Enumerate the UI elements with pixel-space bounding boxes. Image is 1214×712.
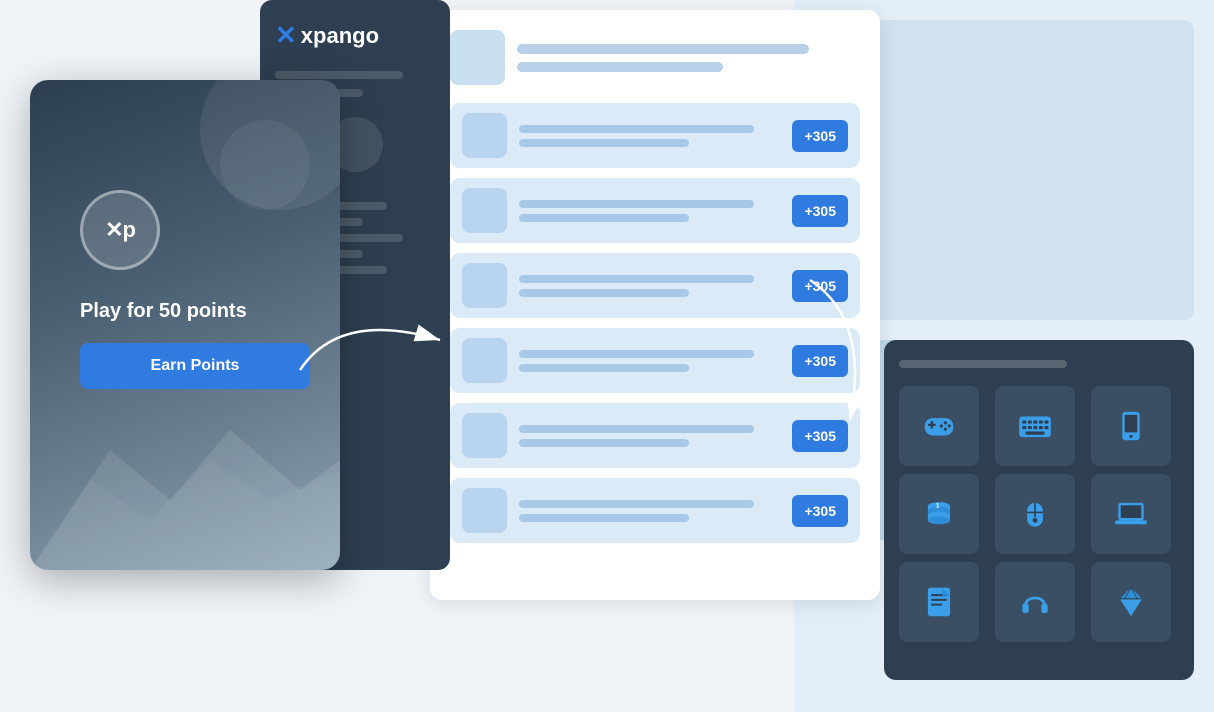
list-header-lines [517, 44, 860, 72]
list-header [450, 30, 860, 85]
list-line-6b [519, 514, 689, 522]
list-line-4a [519, 350, 754, 358]
icon-grid-header-line [899, 360, 1067, 368]
icon-cell-laptop[interactable] [1091, 474, 1171, 554]
list-line-2b [519, 214, 689, 222]
list-header-line-long [517, 44, 809, 54]
phone-content: ✕p Play for 50 points Earn Points [30, 80, 340, 570]
dark-line-1 [275, 71, 403, 79]
list-content-2 [519, 200, 780, 222]
headphones-icon [1016, 583, 1054, 621]
mobile-icon [1112, 407, 1150, 445]
list-content-6 [519, 500, 780, 522]
list-content-3 [519, 275, 780, 297]
icon-cell-mouse[interactable] [995, 474, 1075, 554]
laptop-icon [1112, 495, 1150, 533]
list-content-5 [519, 425, 780, 447]
icon-cell-diamond[interactable] [1091, 562, 1171, 642]
list-line-1a [519, 125, 754, 133]
gamepad-icon [920, 407, 958, 445]
list-line-1b [519, 139, 689, 147]
mouse-icon [1016, 495, 1054, 533]
database-icon: 1 [920, 495, 958, 533]
list-item-2[interactable]: +305 [450, 178, 860, 243]
points-badge-1: +305 [792, 120, 848, 152]
icon-grid-panel: 1 [884, 340, 1194, 680]
list-item-5[interactable]: +305 [450, 403, 860, 468]
list-header-line-short [517, 62, 723, 72]
list-panel: +305 +305 +305 +305 +305 [430, 10, 880, 600]
phone-play-text: Play for 50 points [80, 300, 247, 323]
icon-grid: 1 [899, 386, 1179, 642]
diamond-icon [1112, 583, 1150, 621]
list-line-5a [519, 425, 754, 433]
list-item-4[interactable]: +305 [450, 328, 860, 393]
icon-cell-gamepad[interactable] [899, 386, 979, 466]
icon-cell-keyboard[interactable] [995, 386, 1075, 466]
list-thumb-5 [462, 413, 507, 458]
xp-logo-text: ✕p [105, 217, 135, 243]
list-thumb-2 [462, 188, 507, 233]
list-content-4 [519, 350, 780, 372]
svg-text:1: 1 [936, 503, 940, 510]
document-icon [920, 583, 958, 621]
icon-cell-headphones[interactable] [995, 562, 1075, 642]
xpango-x-icon: ✕ [275, 20, 297, 51]
list-thumb-1 [462, 113, 507, 158]
phone-card: ✕p Play for 50 points Earn Points [30, 80, 340, 570]
points-badge-4: +305 [792, 345, 848, 377]
icon-cell-document[interactable] [899, 562, 979, 642]
points-badge-2: +305 [792, 195, 848, 227]
list-line-3a [519, 275, 754, 283]
icon-cell-mobile[interactable] [1091, 386, 1171, 466]
keyboard-icon [1016, 407, 1054, 445]
list-header-icon [450, 30, 505, 85]
list-thumb-3 [462, 263, 507, 308]
earn-points-button[interactable]: Earn Points [80, 343, 310, 389]
list-line-4b [519, 364, 689, 372]
list-item-3[interactable]: +305 [450, 253, 860, 318]
xpango-logo: ✕ xpango [275, 20, 435, 51]
phone-bg: ✕p Play for 50 points Earn Points [30, 80, 340, 570]
xpango-name: xpango [301, 23, 379, 49]
list-thumb-4 [462, 338, 507, 383]
list-item-6[interactable]: +305 [450, 478, 860, 543]
list-content-1 [519, 125, 780, 147]
points-badge-3: +305 [792, 270, 848, 302]
icon-cell-database[interactable]: 1 [899, 474, 979, 554]
list-line-5b [519, 439, 689, 447]
list-line-2a [519, 200, 754, 208]
points-badge-5: +305 [792, 420, 848, 452]
list-line-3b [519, 289, 689, 297]
xp-logo-circle: ✕p [80, 190, 160, 270]
list-item-1[interactable]: +305 [450, 103, 860, 168]
list-thumb-6 [462, 488, 507, 533]
list-line-6a [519, 500, 754, 508]
points-badge-6: +305 [792, 495, 848, 527]
